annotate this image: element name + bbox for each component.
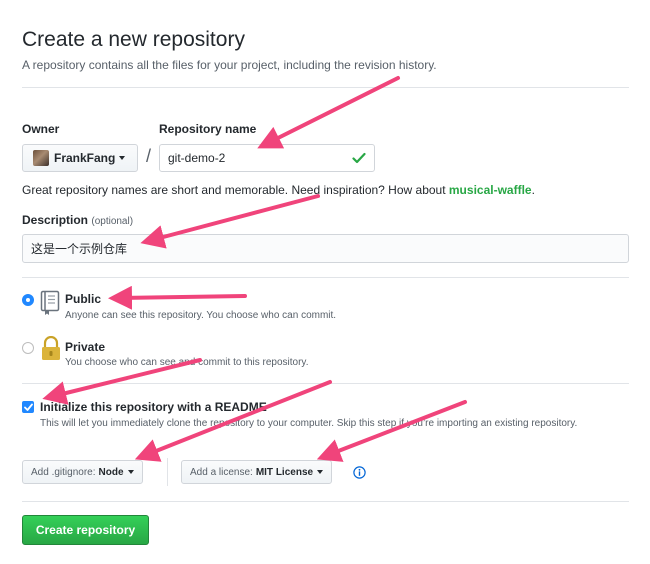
license-value: MIT License <box>255 466 314 478</box>
name-suggestion-link[interactable]: musical-waffle <box>449 183 532 197</box>
page-subtitle: A repository contains all the files for … <box>22 58 437 72</box>
divider-bottom <box>22 501 629 502</box>
license-prefix: Add a license: <box>190 466 253 478</box>
chevron-down-icon <box>127 470 134 474</box>
description-input[interactable]: 这是一个示例仓库 <box>22 234 629 263</box>
gitignore-prefix: Add .gitignore: <box>31 466 96 478</box>
avatar <box>33 150 49 166</box>
arrow-to-public <box>108 285 247 310</box>
public-title: Public <box>65 292 102 306</box>
page-title: Create a new repository <box>22 28 245 51</box>
owner-repo-separator: / <box>146 146 152 166</box>
description-label: Description (optional) <box>22 213 133 227</box>
chevron-down-icon <box>119 156 126 160</box>
readme-description: This will let you immediately clone the … <box>40 418 578 429</box>
hint-text: Great repository names are short and mem… <box>22 183 449 197</box>
divider-init <box>22 383 629 384</box>
description-optional: (optional) <box>91 216 134 227</box>
select-separator <box>167 458 168 486</box>
owner-name: FrankFang <box>54 151 116 165</box>
private-title: Private <box>65 340 106 354</box>
repo-name-hint: Great repository names are short and mem… <box>22 183 535 197</box>
hint-end: . <box>531 183 535 197</box>
repo-book-icon <box>40 290 60 315</box>
readme-title: Initialize this repository with a README <box>40 400 267 414</box>
lock-icon <box>42 336 60 360</box>
readme-checkbox[interactable] <box>22 401 34 413</box>
chevron-down-icon <box>317 470 324 474</box>
public-radio[interactable] <box>22 294 34 306</box>
description-value: 这是一个示例仓库 <box>31 242 128 256</box>
gitignore-dropdown[interactable]: Add .gitignore: Node <box>22 460 143 484</box>
check-icon <box>352 152 366 164</box>
divider-top <box>22 87 629 88</box>
repo-name-value: git-demo-2 <box>168 151 226 165</box>
repo-name-label: Repository name <box>159 122 257 136</box>
divider-mid <box>22 277 629 278</box>
description-label-text: Description <box>22 213 89 227</box>
owner-dropdown[interactable]: FrankFang <box>22 144 138 172</box>
checkmark-icon <box>24 403 33 411</box>
repo-name-input[interactable]: git-demo-2 <box>159 144 375 172</box>
license-dropdown[interactable]: Add a license: MIT License <box>181 460 333 484</box>
create-repository-button[interactable]: Create repository <box>22 515 149 545</box>
owner-label: Owner <box>22 122 60 136</box>
private-description: You choose who can see and commit to thi… <box>65 357 309 368</box>
gitignore-value: Node <box>98 466 124 478</box>
public-description: Anyone can see this repository. You choo… <box>65 310 337 321</box>
private-radio[interactable] <box>22 342 34 354</box>
info-icon[interactable] <box>353 466 366 479</box>
